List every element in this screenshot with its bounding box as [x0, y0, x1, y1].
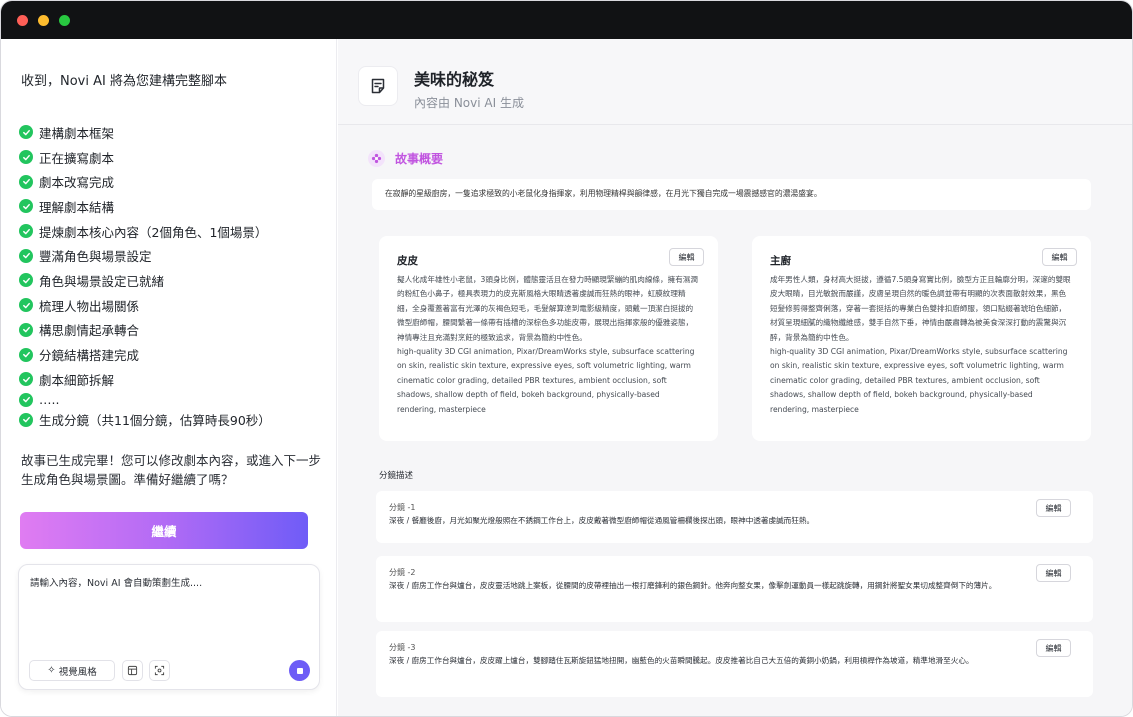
minimize-window-button[interactable] [38, 15, 49, 26]
sparkle-icon: ✧ [47, 665, 56, 676]
character-card: 主廚 編輯 成年男性人類，身材高大挺拔，遵循7.5頭身寫實比例，臉型方正且輪廓分… [752, 236, 1091, 441]
edit-shot-button[interactable]: 編輯 [1036, 499, 1071, 517]
step-label: 提煉劇本核心內容（2個角色、1個場景） [39, 224, 268, 240]
step-label: 理解劇本結構 [39, 199, 115, 215]
check-icon [19, 174, 33, 189]
progress-step: 梳理人物出場關係 [19, 293, 324, 318]
check-icon [19, 150, 33, 165]
character-style-prompt: high-quality 3D CGI animation, Pixar/Dre… [770, 347, 1068, 414]
script-document: 美味的秘笈 內容由 Novi AI 生成 故事概要 在寂靜的星級廚房，一隻追求極… [338, 39, 1132, 716]
edit-shot-button[interactable]: 編輯 [1036, 564, 1071, 582]
step-label: 豐滿角色與場景設定 [39, 249, 152, 265]
check-icon [19, 298, 33, 313]
section-title: 故事概要 [395, 152, 444, 166]
shot-label: 分鏡 -2 [389, 568, 416, 577]
app-window: 收到，Novi AI 將為您建構完整腳本 建構劇本框架 正在擴寫劇本 劇本改寫完… [0, 0, 1133, 717]
progress-step: 理解劇本結構 [19, 194, 324, 219]
progress-steps: 建構劇本框架 正在擴寫劇本 劇本改寫完成 理解劇本結構 提煉劇本核心內容（2個角… [19, 120, 324, 432]
step-label: 生成分鏡（共11個分鏡，估算時長90秒） [39, 413, 271, 429]
story-summary: 在寂靜的星級廚房，一隻追求極致的小老鼠化身指揮家，利用物理精桿與韻律感，在月光下… [372, 179, 1091, 210]
document-header: 美味的秘笈 內容由 Novi AI 生成 [338, 39, 1132, 125]
check-icon [19, 273, 33, 288]
progress-step: 豐滿角色與場景設定 [19, 243, 324, 268]
progress-step: 分鏡結構搭建完成 [19, 342, 324, 367]
check-icon [19, 372, 33, 387]
edit-character-button[interactable]: 編輯 [1042, 248, 1077, 266]
check-icon [19, 322, 33, 337]
progress-step: 正在擴寫劇本 [19, 145, 324, 170]
visual-style-label: 視覺風格 [58, 666, 97, 678]
stop-icon [296, 667, 303, 674]
layout-button[interactable] [122, 660, 143, 681]
composer-input[interactable]: 請輸入內容，Novi AI 會自動策劃生成.... [30, 575, 202, 589]
step-label: 劇本細節拆解 [39, 372, 115, 388]
check-icon [19, 392, 33, 407]
document-title: 美味的秘笈 [414, 70, 495, 89]
progress-step: 劇本改寫完成 [19, 169, 324, 194]
character-card: 皮皮 編輯 擬人化成年雄性小老鼠，3頭身比例，體態靈活且在發力時顯現緊繃的肌肉線… [379, 236, 718, 441]
shot-label: 分鏡 -3 [389, 643, 416, 652]
progress-step: 構思劇情起承轉合 [19, 318, 324, 343]
edit-character-button[interactable]: 編輯 [669, 248, 704, 266]
title-bar [1, 1, 1132, 39]
step-label: 角色與場景設定已就緒 [39, 273, 165, 289]
edit-shot-button[interactable]: 編輯 [1036, 639, 1071, 657]
document-icon [358, 66, 398, 106]
character-description: 成年男性人類，身材高大挺拔，遵循7.5頭身寫實比例，臉型方正且輪廓分明，深邃的雙… [770, 275, 1071, 342]
character-description: 擬人化成年雄性小老鼠，3頭身比例，體態靈活且在發力時顯現緊繃的肌肉線條，擁有濕潤… [397, 275, 698, 342]
step-label: 劇本改寫完成 [39, 175, 115, 191]
character-style-prompt: high-quality 3D CGI animation, Pixar/Dre… [397, 347, 695, 414]
progress-step: 劇本細節拆解 [19, 367, 324, 392]
step-label: 分鏡結構搭建完成 [39, 348, 140, 364]
step-label: 構思劇情起承轉合 [39, 323, 140, 339]
shot-label: 分鏡 -1 [389, 503, 416, 512]
character-name: 主廚 [770, 255, 791, 267]
step-label: 建構劇本框架 [39, 125, 115, 141]
assistant-intro: 收到，Novi AI 將為您建構完整腳本 [21, 74, 227, 89]
story-summary-header: 故事概要 [368, 150, 443, 167]
message-composer[interactable]: 請輸入內容，Novi AI 會自動策劃生成.... ✧ 視覺風格 [18, 564, 320, 690]
shot-description: 深夜 / 餐廳後廚，月光如聚光燈般照在不銹鋼工作台上，皮皮戴著微型廚師帽從通風管… [389, 516, 815, 525]
check-icon [19, 412, 33, 427]
progress-step: 提煉劇本核心內容（2個角色、1個場景） [19, 219, 324, 244]
check-icon [19, 199, 33, 214]
shot-card: 分鏡 -3 編輯 深夜 / 廚房工作台與爐台，皮皮躍上爐台，雙腳踏住瓦斯旋鈕猛地… [376, 631, 1093, 697]
progress-step: 生成分鏡（共11個分鏡，估算時長90秒） [19, 408, 324, 433]
shot-description: 深夜 / 廚房工作台與爐台，皮皮靈活地跳上案板，從腰間的皮帶裡抽出一根打磨鋒利的… [389, 581, 997, 590]
progress-step: 角色與場景設定已就緒 [19, 268, 324, 293]
check-icon [19, 125, 33, 140]
document-subtitle: 內容由 Novi AI 生成 [414, 96, 524, 110]
layout-icon [127, 665, 138, 676]
step-label: ….. [39, 392, 60, 408]
shot-card: 分鏡 -2 編輯 深夜 / 廚房工作台與爐台，皮皮靈活地跳上案板，從腰間的皮帶裡… [376, 556, 1093, 622]
image-scan-button[interactable] [149, 660, 170, 681]
shots-section-title: 分鏡描述 [379, 471, 414, 481]
close-window-button[interactable] [17, 15, 28, 26]
step-label: 正在擴寫劇本 [39, 150, 115, 166]
chat-panel: 收到，Novi AI 將為您建構完整腳本 建構劇本框架 正在擴寫劇本 劇本改寫完… [1, 39, 337, 716]
stop-generation-button[interactable] [289, 660, 310, 681]
maximize-window-button[interactable] [59, 15, 70, 26]
progress-step: ….. [19, 392, 324, 408]
check-icon [19, 224, 33, 239]
shot-card: 分鏡 -1 編輯 深夜 / 餐廳後廚，月光如聚光燈般照在不銹鋼工作台上，皮皮戴著… [376, 491, 1093, 543]
character-name: 皮皮 [397, 255, 418, 267]
check-icon [19, 347, 33, 362]
check-icon [19, 248, 33, 263]
flower-icon [368, 150, 385, 167]
progress-step: 建構劇本框架 [19, 120, 324, 145]
step-label: 梳理人物出場關係 [39, 298, 140, 314]
shot-description: 深夜 / 廚房工作台與爐台，皮皮躍上爐台，雙腳踏住瓦斯旋鈕猛地扭開，幽藍色的火苗… [389, 656, 974, 665]
continue-button[interactable]: 繼續 [20, 512, 308, 549]
visual-style-button[interactable]: ✧ 視覺風格 [29, 660, 115, 681]
scan-image-icon [154, 665, 165, 676]
completion-message: 故事已生成完畢！您可以修改劇本內容，或進入下一步生成角色與場景圖。準備好繼續了嗎… [21, 453, 322, 487]
